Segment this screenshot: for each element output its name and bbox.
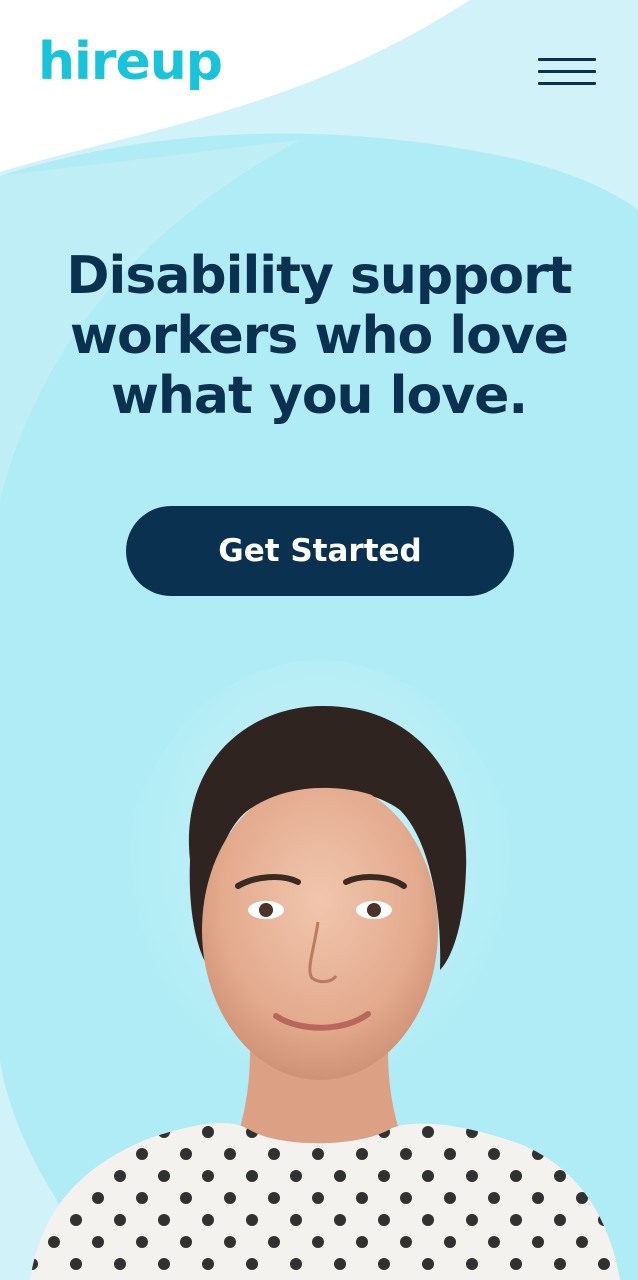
- site-header: hireup: [0, 0, 638, 140]
- get-started-button[interactable]: Get Started: [126, 506, 514, 596]
- hamburger-menu-icon: [538, 58, 596, 61]
- hamburger-menu-icon-bar: [538, 82, 596, 85]
- hireup-logo[interactable]: hireup: [38, 36, 223, 88]
- hamburger-menu-button[interactable]: [536, 56, 596, 90]
- hero-title: Disability support workers who love what…: [66, 246, 572, 426]
- woman-portrait-image: [30, 660, 620, 1280]
- landing-page: hireup Disability support workers who lo…: [0, 0, 638, 1280]
- hamburger-menu-icon-bar: [538, 70, 596, 73]
